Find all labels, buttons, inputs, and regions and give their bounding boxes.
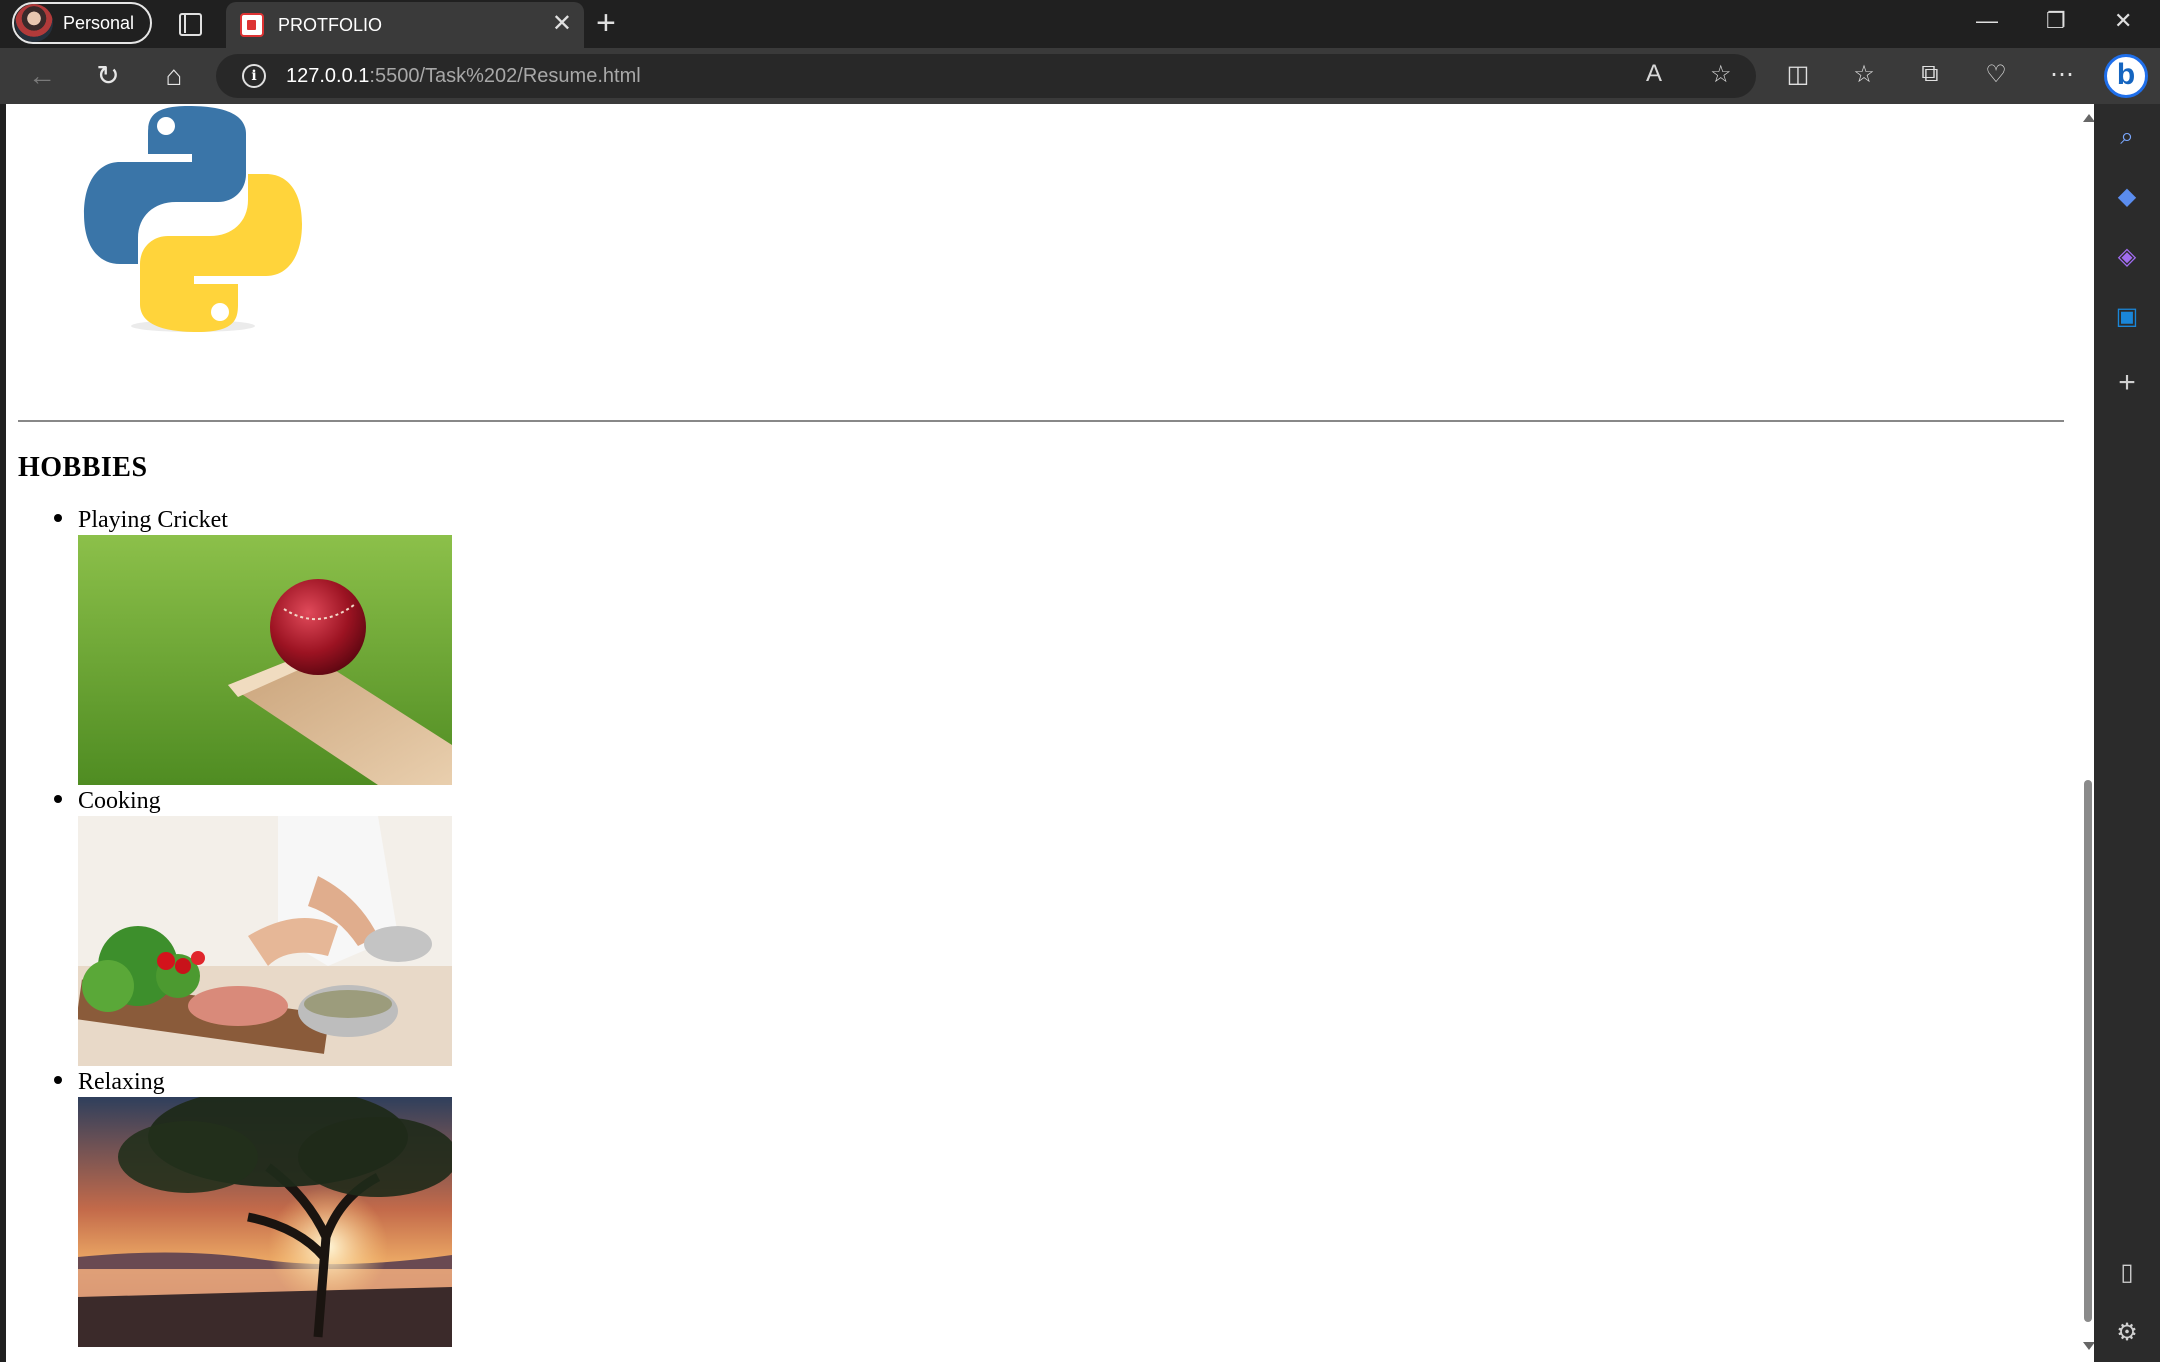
browser-toolbar: ← ↻ ⌂ i 127.0.0.1:5500/Task%202/Resume.h…	[0, 48, 2160, 104]
new-tab-button[interactable]: +	[596, 6, 616, 40]
relaxing-image	[78, 1097, 452, 1347]
settings-icon[interactable]: ⚙	[2112, 1318, 2142, 1348]
site-info-icon[interactable]: i	[242, 64, 266, 88]
scrollbar-thumb[interactable]	[2084, 780, 2092, 1322]
address-host: 127.0.0.1	[286, 64, 370, 87]
tab-actions-icon[interactable]	[176, 10, 204, 38]
hobby-label: Playing Cricket	[78, 507, 228, 533]
split-screen-icon[interactable]: ◫	[1782, 60, 1814, 89]
favorite-star-icon[interactable]: ☆	[1710, 60, 1732, 89]
tab-favicon-icon	[240, 13, 264, 37]
scroll-up-icon[interactable]	[2083, 114, 2094, 122]
tab-close-icon[interactable]: ✕	[552, 12, 572, 36]
cooking-image	[78, 816, 452, 1066]
page-viewport: HOBBIES Playing Cricket Cooking Relaxing	[6, 104, 2094, 1362]
hobby-item: Cooking	[54, 785, 452, 1066]
hobby-label: Cooking	[78, 788, 161, 814]
profile-label: Personal	[63, 12, 135, 33]
favorites-icon[interactable]: ☆	[1848, 60, 1880, 89]
hobbies-heading: HOBBIES	[18, 452, 148, 483]
profile-avatar	[15, 4, 53, 42]
hobbies-list: Playing Cricket Cooking Relaxing	[6, 504, 452, 1347]
restore-button[interactable]: ❐	[2046, 8, 2066, 34]
copilot-icon[interactable]: ◈	[2112, 242, 2142, 272]
tab-title: PROTFOLIO	[278, 14, 383, 35]
bullet-icon	[54, 514, 62, 522]
performance-icon[interactable]: ♡	[1980, 60, 2012, 89]
refresh-icon[interactable]: ↻	[90, 58, 126, 94]
more-icon[interactable]: ⋯	[2046, 60, 2078, 89]
edge-sidebar: ⌕ ◆ ◈ ▣ + ▯ ⚙	[2094, 104, 2160, 1362]
shopping-icon[interactable]: ◆	[2112, 182, 2142, 212]
hobby-item: Playing Cricket	[54, 504, 452, 785]
outlook-icon[interactable]: ▣	[2112, 302, 2142, 332]
tab-active[interactable]: PROTFOLIO ✕	[226, 2, 584, 48]
address-bar[interactable]: i 127.0.0.1:5500/Task%202/Resume.html A …	[216, 54, 1756, 98]
window-close-button[interactable]: ✕	[2114, 8, 2132, 34]
page-scrollbar[interactable]	[2082, 104, 2094, 1362]
bing-copilot-icon[interactable]: b	[2104, 54, 2148, 98]
python-logo-image	[84, 106, 302, 332]
title-bar: Personal PROTFOLIO ✕ + — ❐ ✕	[0, 0, 2160, 48]
bullet-icon	[54, 795, 62, 803]
cricket-image	[78, 535, 452, 785]
minimize-button[interactable]: —	[1976, 8, 1998, 34]
profile-button[interactable]: Personal	[12, 2, 152, 44]
section-divider	[18, 420, 2064, 422]
add-icon[interactable]: +	[2112, 368, 2142, 398]
read-aloud-icon[interactable]: A	[1646, 60, 1662, 88]
back-icon[interactable]: ←	[24, 58, 60, 94]
bullet-icon	[54, 1076, 62, 1084]
sidebar-toggle-icon[interactable]: ▯	[2112, 1258, 2142, 1288]
search-icon[interactable]: ⌕	[2112, 122, 2142, 152]
home-icon[interactable]: ⌂	[156, 58, 192, 94]
scroll-down-icon[interactable]	[2083, 1342, 2094, 1350]
collections-icon[interactable]: ⧉	[1914, 60, 1946, 88]
hobby-label: Relaxing	[78, 1069, 165, 1095]
hobby-item: Relaxing	[54, 1066, 452, 1347]
address-path: :5500/Task%202/Resume.html	[369, 64, 641, 87]
